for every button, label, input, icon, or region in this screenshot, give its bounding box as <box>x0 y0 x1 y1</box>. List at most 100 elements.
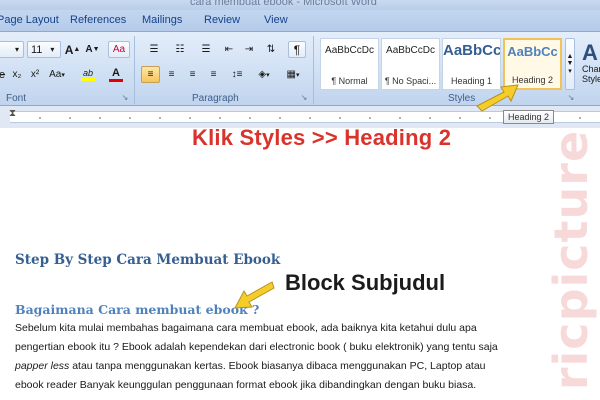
justify-button[interactable]: ≡ <box>204 66 223 83</box>
arrow-icon <box>234 281 275 309</box>
numbering-button[interactable]: ☷ <box>168 41 192 58</box>
change-styles-icon: A <box>582 40 598 65</box>
grow-arrow-icon: ▲ <box>73 46 81 53</box>
chevron-down-icon: ▾ <box>50 45 55 54</box>
watermark: ricpicture <box>541 120 600 400</box>
grow-font-button[interactable]: A ▲ <box>64 41 81 58</box>
style-normal-tile[interactable]: AaBbCcDc ¶ Normal <box>320 38 379 90</box>
style-no-spacing-tile[interactable]: AaBbCcDc ¶ No Spaci... <box>381 38 440 90</box>
highlight-label: ab <box>82 68 93 78</box>
text-highlight-button[interactable]: ab <box>76 66 100 83</box>
watermark-text: ricpicture <box>543 129 598 391</box>
italic-text: papper less <box>15 360 70 372</box>
shading-button[interactable]: ◈ ▾ <box>252 66 276 83</box>
scroll-up-icon: ▲ <box>566 53 574 60</box>
document-heading-1: Step By Step Cara Membuat Ebook <box>15 252 281 268</box>
subscript-label: x₂ <box>12 69 22 80</box>
strikethrough-button[interactable]: e <box>0 66 8 83</box>
multilevel-list-button[interactable]: ☰ <box>194 41 218 58</box>
tab-view[interactable]: View <box>264 14 288 26</box>
strikethrough-icon: e <box>0 68 6 81</box>
tab-review[interactable]: Review <box>204 14 240 26</box>
font-color-label: A <box>112 66 120 79</box>
paragraph-dialog-launcher-icon[interactable]: ↘ <box>298 91 310 103</box>
grow-font-label: A <box>64 42 74 57</box>
chevron-down-icon: ▾ <box>14 45 19 54</box>
style-name: ¶ No Spaci... <box>384 76 437 86</box>
arrow-icon <box>476 84 519 112</box>
shrink-arrow-icon: ▼ <box>92 46 100 53</box>
window-title: cara membuat ebook - Microsoft Word <box>190 0 377 8</box>
chevron-down-icon: ▾ <box>61 71 65 79</box>
increase-indent-icon: ⇥ <box>244 44 254 55</box>
decrease-indent-icon: ⇤ <box>224 44 234 55</box>
more-styles-icon: ▾ <box>568 68 572 75</box>
borders-icon: ▦ <box>286 69 296 80</box>
subscript-button[interactable]: x₂ <box>9 66 25 83</box>
align-center-button[interactable]: ≡ <box>162 66 181 83</box>
font-color-button[interactable]: A <box>104 66 128 83</box>
highlight-color-bar <box>81 78 95 81</box>
indent-marker-icon[interactable]: ⧗ <box>9 108 16 119</box>
paragraph-text: atau tanpa menggunakan kertas. Ebook bia… <box>69 360 486 372</box>
chevron-down-icon: ▾ <box>266 71 270 79</box>
style-sample: AaBbCc <box>443 42 501 59</box>
change-case-label: Aa <box>49 69 62 80</box>
group-divider <box>313 36 314 104</box>
align-right-icon: ≡ <box>189 69 196 80</box>
clear-formatting-label: Aa <box>112 44 126 55</box>
paragraph-group-label: Paragraph <box>192 93 239 104</box>
font-dialog-launcher-icon[interactable]: ↘ <box>119 91 131 103</box>
font-name-dropdown[interactable]: ▾ <box>0 41 24 58</box>
align-right-button[interactable]: ≡ <box>183 66 202 83</box>
bullets-button[interactable]: ☰ <box>142 41 166 58</box>
paragraph-line: ebook reader Banyak keunggulan penggunaa… <box>15 379 477 391</box>
chevron-down-icon: ▾ <box>295 71 300 79</box>
paragraph-line: pengertian ebook itu ? Ebook adalah kepe… <box>15 341 498 353</box>
font-color-bar <box>109 78 123 82</box>
line-spacing-icon: ↕≡ <box>231 69 243 80</box>
document-heading-2: Bagaimana Cara membuat ebook ? <box>15 302 260 317</box>
ribbon-tabs: Page Layout References Mailings Review V… <box>0 10 600 32</box>
style-name: ¶ Normal <box>331 76 368 86</box>
superscript-label: x² <box>30 69 40 80</box>
bullets-icon: ☰ <box>149 44 159 55</box>
tab-references[interactable]: References <box>70 14 126 26</box>
change-styles-label: Style <box>582 74 600 84</box>
tab-page-layout[interactable]: Page Layout <box>0 14 59 26</box>
align-left-button[interactable]: ≡ <box>141 66 160 83</box>
font-group-label: Font <box>6 93 27 104</box>
multilevel-list-icon: ☰ <box>201 44 211 55</box>
sort-icon: ⇅ <box>266 44 276 55</box>
borders-button[interactable]: ▦ ▾ <box>280 66 306 83</box>
change-case-button[interactable]: Aa ▾ <box>46 66 68 83</box>
paragraph-line: Sebelum kita mulai membahas bagaimana ca… <box>15 322 477 334</box>
block-annotation: Block Subjudul <box>285 270 446 295</box>
pilcrow-label: ¶ <box>293 42 301 57</box>
styles-dialog-launcher-icon[interactable]: ↘ <box>565 91 577 103</box>
increase-indent-button[interactable]: ⇥ <box>240 41 258 58</box>
group-divider <box>134 36 135 104</box>
shrink-font-button[interactable]: A ▼ <box>84 41 101 58</box>
font-size-dropdown[interactable]: 11 ▾ <box>27 41 61 58</box>
numbering-icon: ☷ <box>175 44 185 55</box>
line-spacing-button[interactable]: ↕≡ <box>226 66 248 83</box>
show-hide-button[interactable]: ¶ <box>288 41 306 58</box>
change-styles-label: Chan <box>582 64 600 74</box>
justify-icon: ≡ <box>210 69 217 80</box>
decrease-indent-button[interactable]: ⇤ <box>220 41 238 58</box>
scroll-down-icon: ▼ <box>566 60 574 67</box>
paragraph-line: papper less atau tanpa menggunakan kerta… <box>15 360 486 372</box>
superscript-button[interactable]: x² <box>27 66 43 83</box>
clear-formatting-button[interactable]: Aa <box>108 41 130 58</box>
instruction-annotation: Klik Styles >> Heading 2 <box>192 125 452 150</box>
styles-group-label: Styles <box>448 93 476 104</box>
align-center-icon: ≡ <box>168 69 175 80</box>
style-sample: AaBbCcDc <box>325 45 374 56</box>
styles-gallery-scroll[interactable]: ▲ ▼ ▾ <box>565 38 575 90</box>
shrink-font-label: A <box>85 44 93 55</box>
tab-mailings[interactable]: Mailings <box>142 14 182 26</box>
style-sample: AaBbCc <box>507 44 558 59</box>
sort-button[interactable]: ⇅ <box>262 41 280 58</box>
change-styles-button[interactable]: A Chan Style <box>578 36 600 90</box>
